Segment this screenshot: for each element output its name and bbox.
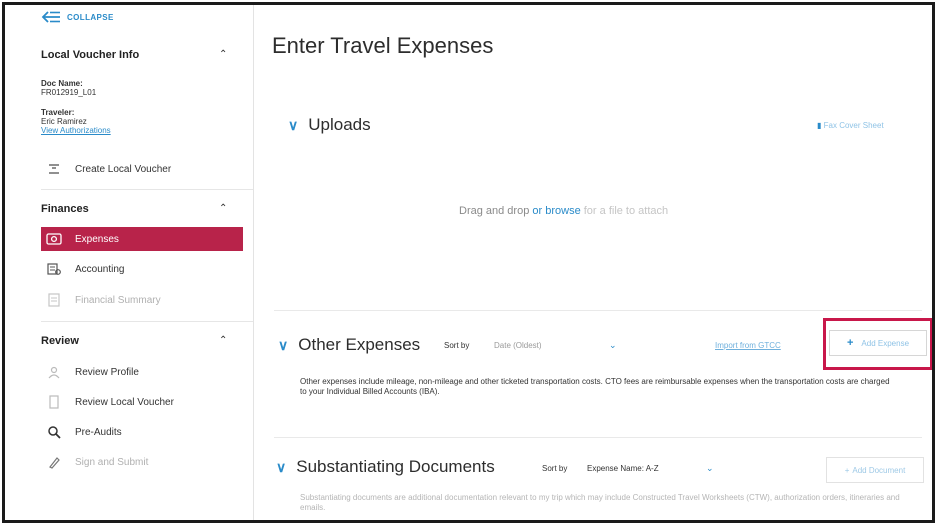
add-document-button[interactable]: + Add Document <box>826 457 924 483</box>
sidebar-item-sign-and-submit[interactable]: Sign and Submit <box>41 450 243 474</box>
view-authorizations-link[interactable]: View Authorizations <box>41 126 111 135</box>
sidebar-item-label: Pre-Audits <box>75 426 122 438</box>
app-window: COLLAPSE Local Voucher Info ⌃ Doc Name: … <box>2 2 935 523</box>
doc-name-value: FR012919_L01 <box>41 88 97 97</box>
sidebar-item-label: Financial Summary <box>75 294 161 306</box>
sidebar-item-expenses[interactable]: Expenses <box>41 227 243 251</box>
sidebar-item-review-local-voucher[interactable]: Review Local Voucher <box>41 390 243 414</box>
doc-name-block: Doc Name: FR012919_L01 <box>41 79 96 97</box>
collapse-button[interactable]: COLLAPSE <box>41 11 114 23</box>
magnifier-icon <box>45 423 63 441</box>
chevron-down-icon: ∨ <box>278 336 289 353</box>
finances-heading: Finances <box>41 203 89 215</box>
chevron-down-icon[interactable]: ⌄ <box>706 463 714 474</box>
money-icon <box>45 230 63 248</box>
section-separator <box>274 310 922 311</box>
drop-suffix: for a file to attach <box>583 205 669 217</box>
review-caret-up-icon[interactable]: ⌃ <box>219 335 227 346</box>
substantiating-sort-select[interactable]: Expense Name: A-Z <box>587 464 659 473</box>
substantiating-title: Substantiating Documents <box>296 457 495 476</box>
doc-name-label: Doc Name: <box>41 79 83 88</box>
traveler-label: Traveler: <box>41 108 75 117</box>
sign-icon <box>45 453 63 471</box>
sort-by-label: Sort by <box>444 341 470 350</box>
sidebar-item-create-local-voucher[interactable]: Create Local Voucher <box>41 157 243 181</box>
sidebar-item-label: Expenses <box>75 233 119 245</box>
other-expenses-sort-select[interactable]: Date (Oldest) <box>494 341 542 350</box>
uploads-section-toggle[interactable]: ∨ Uploads <box>288 115 371 135</box>
sidebar-item-label: Sign and Submit <box>75 456 149 468</box>
fax-cover-sheet-link[interactable]: ▮ Fax Cover Sheet <box>817 121 884 130</box>
sidebar: COLLAPSE Local Voucher Info ⌃ Doc Name: … <box>5 5 254 520</box>
review-heading: Review <box>41 335 79 347</box>
accounting-icon <box>45 260 63 278</box>
other-expenses-section-toggle[interactable]: ∨ Other Expenses <box>278 335 420 355</box>
collapse-arrow-icon <box>41 11 60 23</box>
voucher-info-heading: Local Voucher Info <box>41 49 140 61</box>
summary-icon <box>45 291 63 309</box>
main-content: Enter Travel Expenses ∨ Uploads ▮ Fax Co… <box>254 5 932 520</box>
substantiating-section-toggle[interactable]: ∨ Substantiating Documents <box>276 457 495 477</box>
fax-cover-sheet-label: Fax Cover Sheet <box>823 121 884 130</box>
traveler-block: Traveler: Eric Ramirez View Authorizatio… <box>41 108 111 135</box>
page-title: Enter Travel Expenses <box>272 33 494 58</box>
sidebar-item-label: Create Local Voucher <box>75 163 172 175</box>
browse-link[interactable]: or browse <box>532 205 580 217</box>
chevron-down-icon: ∨ <box>288 116 299 133</box>
substantiating-description: Substantiating documents are additional … <box>300 493 900 512</box>
sort-by-label: Sort by <box>542 464 568 473</box>
sidebar-item-label: Review Profile <box>75 366 139 378</box>
profile-icon <box>45 363 63 381</box>
sidebar-item-pre-audits[interactable]: Pre-Audits <box>41 420 243 444</box>
drop-text: Drag and drop <box>459 205 530 217</box>
fax-icon: ▮ <box>817 121 822 130</box>
sidebar-item-label: Accounting <box>75 263 125 275</box>
chevron-down-icon[interactable]: ⌄ <box>609 340 617 351</box>
sidebar-item-financial-summary[interactable]: Financial Summary <box>41 288 243 312</box>
create-voucher-icon <box>45 160 63 178</box>
add-document-label: Add Document <box>852 465 906 475</box>
document-icon <box>45 393 63 411</box>
divider <box>41 321 253 322</box>
chevron-down-icon: ∨ <box>276 458 287 475</box>
sidebar-item-label: Review Local Voucher <box>75 396 174 408</box>
collapse-label: COLLAPSE <box>67 12 114 22</box>
add-expense-label: Add Expense <box>861 338 910 348</box>
upload-drop-zone[interactable]: Drag and drop or browse for a file to at… <box>459 205 668 217</box>
divider <box>41 189 253 190</box>
sidebar-item-review-profile[interactable]: Review Profile <box>41 360 243 384</box>
sidebar-item-accounting[interactable]: Accounting <box>41 257 243 281</box>
add-expense-button[interactable]: + Add Expense <box>829 330 927 356</box>
uploads-title: Uploads <box>308 115 371 134</box>
voucher-info-caret-up-icon[interactable]: ⌃ <box>219 49 227 60</box>
other-expenses-description: Other expenses include mileage, non-mile… <box>300 377 890 396</box>
plus-icon: + <box>844 465 850 475</box>
other-expenses-title: Other Expenses <box>298 335 421 354</box>
traveler-value: Eric Ramirez <box>41 117 87 126</box>
import-from-gtcc-link[interactable]: Import from GTCC <box>715 341 781 350</box>
section-separator <box>274 437 922 438</box>
finances-caret-up-icon[interactable]: ⌃ <box>219 203 227 214</box>
plus-icon: + <box>846 337 854 349</box>
